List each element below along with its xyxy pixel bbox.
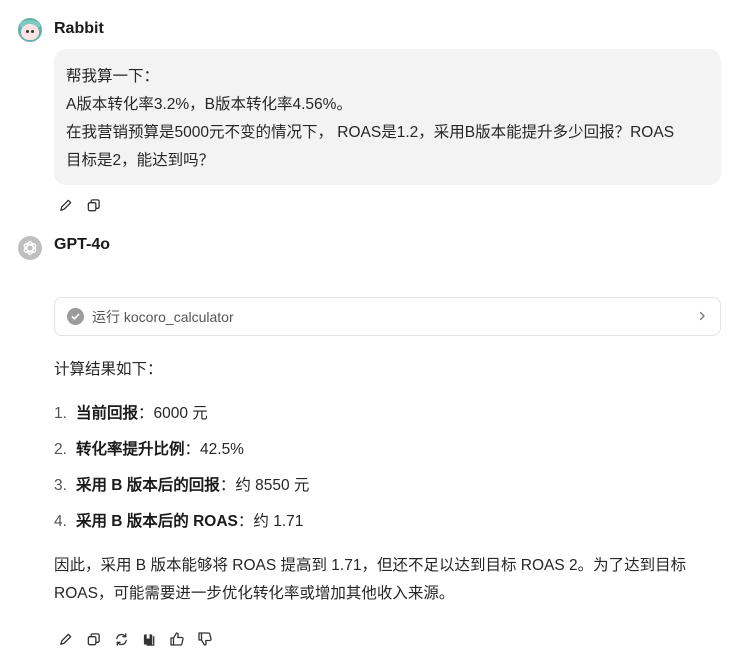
result-label: 转化率提升比例 <box>76 441 185 458</box>
result-value: ：约 8550 元 <box>219 477 310 494</box>
user-message-bubble: 帮我算一下： A版本转化率3.2%，B版本转化率4.56%。 在我营销预算是50… <box>54 49 721 185</box>
result-value: ：42.5% <box>184 441 244 458</box>
tool-call-label: 运行 kocoro_calculator <box>92 308 234 325</box>
list-item: 4. 采用 B 版本后的 ROAS：约 1.71 <box>54 508 309 544</box>
user-name: Rabbit <box>54 20 104 37</box>
copy-icon[interactable] <box>84 196 102 214</box>
user-avatar <box>18 18 42 42</box>
assistant-name: GPT-4o <box>54 236 111 253</box>
list-item: 3. 采用 B 版本后的回报：约 8550 元 <box>54 472 309 508</box>
refresh-icon[interactable] <box>112 630 130 648</box>
bookmark-icon[interactable] <box>140 630 158 648</box>
message-line: 在我营销预算是5000元不变的情况下， ROAS是1.2，采用B版本能提升多少回… <box>66 124 675 141</box>
result-value: ：6000 元 <box>138 405 208 422</box>
result-label: 采用 B 版本后的回报 <box>76 477 220 494</box>
list-number: 4. <box>54 513 67 530</box>
thumbs-down-icon[interactable] <box>196 630 214 648</box>
list-number: 1. <box>54 405 67 422</box>
result-list: 1. 当前回报：6000 元 2. 转化率提升比例：42.5% 3. 采用 B 版本后… <box>54 400 309 544</box>
copy-icon[interactable] <box>84 630 102 648</box>
thumbs-up-icon[interactable] <box>168 630 186 648</box>
message-line: 目标是2，能达到吗？ <box>66 152 215 169</box>
conclusion-line: 因此，采用 B 版本能够将 ROAS 提高到 1.71，但还不足以达到目标 RO… <box>54 557 687 574</box>
list-number: 3. <box>54 477 67 494</box>
result-intro: 计算结果如下： <box>54 361 163 378</box>
user-message-actions <box>56 196 102 214</box>
message-line: A版本转化率3.2%，B版本转化率4.56%。 <box>66 96 352 113</box>
tool-call-row[interactable]: 运行 kocoro_calculator <box>54 297 721 336</box>
message-line: 帮我算一下： <box>66 68 160 85</box>
result-label: 当前回报 <box>76 405 139 422</box>
assistant-message-actions <box>56 630 214 648</box>
pencil-icon[interactable] <box>56 196 74 214</box>
conclusion-text: 因此，采用 B 版本能够将 ROAS 提高到 1.71，但还不足以达到目标 RO… <box>54 552 724 608</box>
list-item: 2. 转化率提升比例：42.5% <box>54 436 309 472</box>
result-label: 采用 B 版本后的 ROAS <box>76 513 238 530</box>
check-circle-icon <box>67 308 84 325</box>
assistant-avatar <box>18 236 42 260</box>
openai-logo-icon <box>23 241 37 255</box>
list-number: 2. <box>54 441 67 458</box>
result-value: ：约 1.71 <box>237 513 304 530</box>
chevron-right-icon[interactable] <box>696 309 708 325</box>
list-item: 1. 当前回报：6000 元 <box>54 400 309 436</box>
conclusion-line: ROAS，可能需要进一步优化转化率或增加其他收入来源。 <box>54 585 455 602</box>
pencil-icon[interactable] <box>56 630 74 648</box>
